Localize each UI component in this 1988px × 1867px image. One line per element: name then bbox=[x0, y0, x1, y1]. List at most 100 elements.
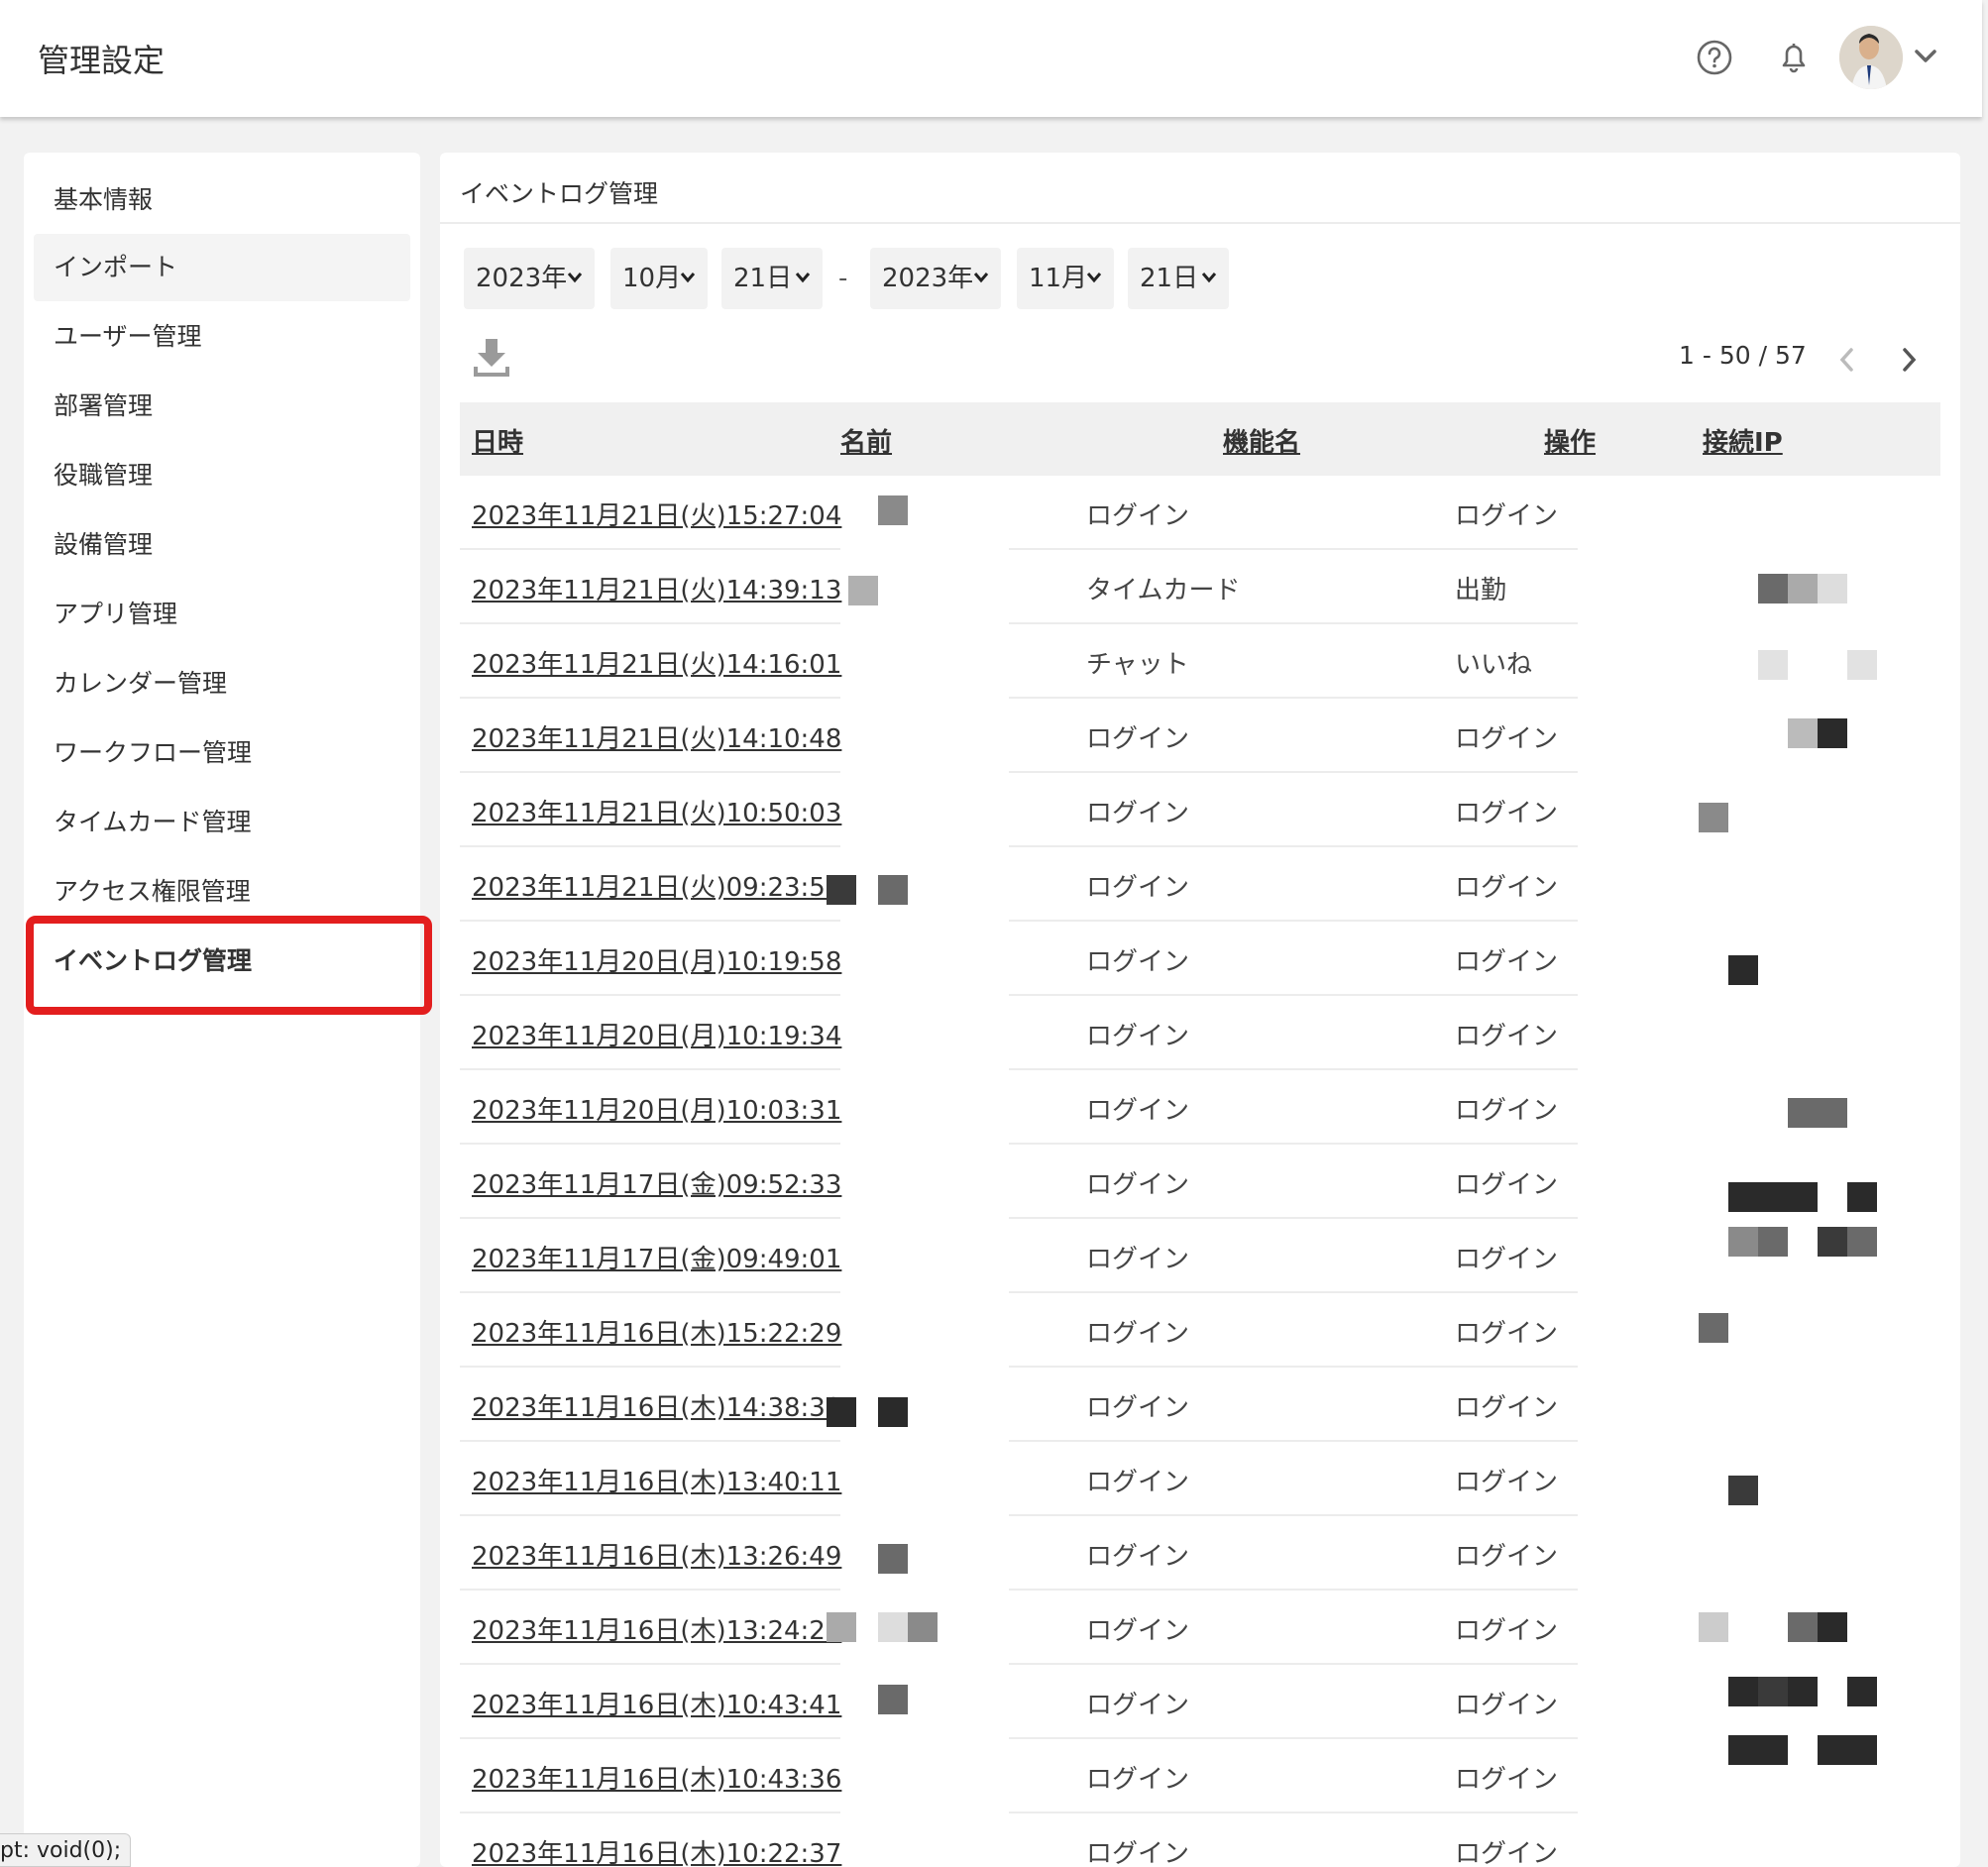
table-row: 2023年11月16日(木)15:22:29 ログイン ログイン bbox=[460, 1293, 1940, 1368]
event-datetime-link[interactable]: 2023年11月16日(木)13:24:26 bbox=[472, 1610, 841, 1647]
main-panel: イベントログ管理 2023年 10月 21日 - 2023年 11月 21日 1… bbox=[440, 153, 1960, 1867]
bell-icon[interactable] bbox=[1774, 38, 1814, 77]
event-operation: ログイン bbox=[1455, 1468, 1559, 1497]
column-header-operation[interactable]: 操作 bbox=[1544, 422, 1596, 459]
event-function: ログイン bbox=[1086, 947, 1190, 977]
redacted-block bbox=[1758, 1735, 1788, 1765]
to-month-select[interactable]: 11月 bbox=[1017, 248, 1114, 309]
from-month-value: 10月 bbox=[622, 264, 682, 293]
redacted-block bbox=[1728, 1476, 1758, 1505]
chevron-left-icon[interactable] bbox=[1835, 345, 1859, 375]
to-year-select[interactable]: 2023年 bbox=[870, 248, 1001, 309]
chevron-right-icon[interactable] bbox=[1897, 345, 1921, 375]
to-year-value: 2023年 bbox=[882, 264, 974, 293]
redacted-block bbox=[878, 1397, 908, 1427]
table-row: 2023年11月16日(木)13:24:26 ログイン ログイン bbox=[460, 1591, 1940, 1665]
column-header-name[interactable]: 名前 bbox=[840, 422, 892, 459]
table-row: 2023年11月21日(火)14:39:13 タイムカード 出勤 bbox=[460, 550, 1940, 624]
from-day-select[interactable]: 21日 bbox=[721, 248, 823, 309]
event-datetime-link[interactable]: 2023年11月17日(金)09:49:01 bbox=[472, 1239, 841, 1275]
sidebar-item-calendar[interactable]: カレンダー管理 bbox=[34, 650, 410, 717]
event-operation: ログイン bbox=[1455, 1839, 1559, 1867]
redacted-block bbox=[1699, 803, 1728, 832]
event-operation: ログイン bbox=[1455, 1022, 1559, 1051]
sidebar-item-timecard[interactable]: タイムカード管理 bbox=[34, 789, 410, 856]
table-row: 2023年11月20日(月)10:19:34 ログイン ログイン bbox=[460, 996, 1940, 1070]
event-operation: ログイン bbox=[1455, 1393, 1559, 1423]
event-datetime-link[interactable]: 2023年11月16日(木)14:38:39 bbox=[472, 1387, 841, 1424]
chevron-down-icon bbox=[567, 273, 583, 283]
sidebar-item-departments[interactable]: 部署管理 bbox=[34, 373, 410, 440]
event-operation: ログイン bbox=[1455, 724, 1559, 754]
sidebar-item-facilities[interactable]: 設備管理 bbox=[34, 511, 410, 579]
redacted-block bbox=[1758, 1677, 1788, 1706]
event-datetime-link[interactable]: 2023年11月17日(金)09:52:33 bbox=[472, 1164, 841, 1201]
redacted-block bbox=[827, 875, 856, 905]
event-datetime-link[interactable]: 2023年11月21日(火)10:50:03 bbox=[472, 793, 841, 829]
redacted-block bbox=[1818, 1735, 1847, 1765]
sidebar-item-workflow[interactable]: ワークフロー管理 bbox=[34, 719, 410, 787]
column-header-datetime[interactable]: 日時 bbox=[472, 422, 523, 459]
event-function: ログイン bbox=[1086, 1319, 1190, 1349]
date-range-separator: - bbox=[838, 264, 848, 293]
event-function: ログイン bbox=[1086, 1468, 1190, 1497]
chevron-down-icon[interactable] bbox=[1913, 46, 1938, 65]
sidebar-item-import[interactable]: インポート bbox=[34, 234, 410, 301]
chevron-down-icon bbox=[795, 273, 811, 283]
from-year-value: 2023年 bbox=[476, 264, 568, 293]
event-datetime-link[interactable]: 2023年11月20日(月)10:03:31 bbox=[472, 1090, 841, 1127]
redacted-block bbox=[848, 576, 878, 605]
download-icon[interactable] bbox=[472, 337, 511, 381]
event-operation: 出勤 bbox=[1455, 576, 1507, 605]
redacted-block bbox=[1847, 1227, 1877, 1257]
redacted-block bbox=[878, 1685, 908, 1714]
chevron-down-icon bbox=[680, 273, 696, 283]
table-row: 2023年11月21日(火)14:16:01 チャット いいね bbox=[460, 624, 1940, 699]
redacted-block bbox=[1758, 574, 1788, 604]
event-datetime-link[interactable]: 2023年11月21日(火)09:23:52 bbox=[472, 867, 841, 904]
from-year-select[interactable]: 2023年 bbox=[464, 248, 595, 309]
event-operation: ログイン bbox=[1455, 1170, 1559, 1200]
redacted-block bbox=[1728, 1227, 1758, 1257]
sidebar-item-basic-info[interactable]: 基本情報 bbox=[34, 166, 410, 234]
avatar[interactable] bbox=[1839, 26, 1903, 89]
event-function: ログイン bbox=[1086, 873, 1190, 903]
event-datetime-link[interactable]: 2023年11月16日(木)10:43:36 bbox=[472, 1759, 841, 1796]
event-datetime-link[interactable]: 2023年11月16日(木)10:22:37 bbox=[472, 1833, 841, 1867]
redacted-block bbox=[1818, 1098, 1847, 1128]
help-icon[interactable] bbox=[1695, 38, 1734, 77]
from-month-select[interactable]: 10月 bbox=[610, 248, 708, 309]
event-datetime-link[interactable]: 2023年11月16日(木)10:43:41 bbox=[472, 1685, 841, 1721]
table-row: 2023年11月21日(火)14:10:48 ログイン ログイン bbox=[460, 699, 1940, 773]
event-datetime-link[interactable]: 2023年11月21日(火)14:16:01 bbox=[472, 644, 841, 681]
event-datetime-link[interactable]: 2023年11月16日(木)15:22:29 bbox=[472, 1313, 841, 1350]
redacted-block bbox=[1728, 1735, 1758, 1765]
event-datetime-link[interactable]: 2023年11月16日(木)13:40:11 bbox=[472, 1462, 841, 1498]
redacted-block bbox=[1847, 1182, 1877, 1212]
table-row: 2023年11月16日(木)14:38:39 ログイン ログイン bbox=[460, 1368, 1940, 1442]
column-header-ip[interactable]: 接続IP bbox=[1703, 422, 1783, 459]
sidebar-item-apps[interactable]: アプリ管理 bbox=[34, 581, 410, 648]
event-operation: ログイン bbox=[1455, 1765, 1559, 1795]
event-datetime-link[interactable]: 2023年11月21日(火)15:27:04 bbox=[472, 495, 841, 532]
event-datetime-link[interactable]: 2023年11月21日(火)14:10:48 bbox=[472, 718, 841, 755]
chevron-down-icon bbox=[1086, 273, 1102, 283]
event-datetime-link[interactable]: 2023年11月16日(木)13:26:49 bbox=[472, 1536, 841, 1573]
column-header-function[interactable]: 機能名 bbox=[1223, 422, 1300, 459]
redacted-block bbox=[1818, 574, 1847, 604]
sidebar-item-users[interactable]: ユーザー管理 bbox=[34, 303, 410, 371]
table-row: 2023年11月21日(火)09:23:52 ログイン ログイン bbox=[460, 847, 1940, 922]
to-day-select[interactable]: 21日 bbox=[1128, 248, 1229, 309]
event-datetime-link[interactable]: 2023年11月20日(月)10:19:34 bbox=[472, 1016, 841, 1052]
to-day-value: 21日 bbox=[1140, 264, 1199, 293]
sidebar-item-positions[interactable]: 役職管理 bbox=[34, 442, 410, 509]
event-datetime-link[interactable]: 2023年11月20日(月)10:19:58 bbox=[472, 941, 841, 978]
table-row: 2023年11月16日(木)13:26:49 ログイン ログイン bbox=[460, 1516, 1940, 1591]
event-datetime-link[interactable]: 2023年11月21日(火)14:39:13 bbox=[472, 570, 841, 606]
redacted-block bbox=[1847, 1677, 1877, 1706]
event-function: ログイン bbox=[1086, 1839, 1190, 1867]
redacted-block bbox=[1788, 574, 1818, 604]
page-title: 管理設定 bbox=[38, 42, 166, 79]
redacted-block bbox=[878, 875, 908, 905]
event-function: ログイン bbox=[1086, 1691, 1190, 1720]
